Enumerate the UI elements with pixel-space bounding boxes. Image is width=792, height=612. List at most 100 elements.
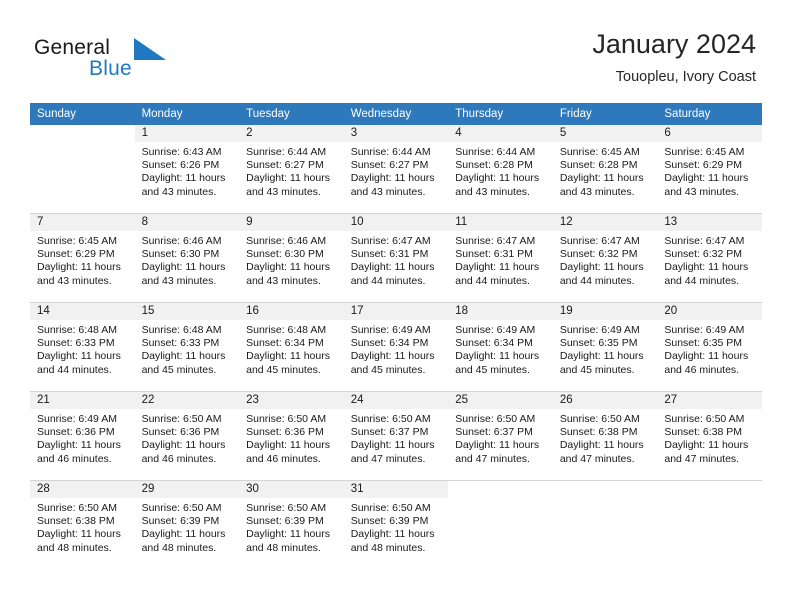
sunrise-text: Sunrise: 6:49 AM	[37, 413, 117, 425]
day-cell-inner: 19 Sunrise: 6:49 AM Sunset: 6:35 PM Dayligh…	[552, 303, 658, 391]
sunrise-text: Sunrise: 6:49 AM	[559, 324, 640, 336]
day-cell-inner: 29 Sunrise: 6:50 AM Sunset: 6:39 PM Dayligh…	[134, 481, 240, 569]
sunset-text: Sunset: 6:28 PM	[455, 159, 533, 172]
brand-logo[interactable]: General Blue	[34, 36, 234, 88]
calendar-day-cell[interactable]: 25 Sunrise: 6:50 AM Sunset: 6:37 PM Dayligh…	[448, 391, 553, 481]
day-number: 18	[448, 303, 553, 320]
day-cell-inner: 23 Sunrise: 6:50 AM Sunset: 6:36 PM Dayligh…	[239, 392, 344, 480]
calendar-day-cell[interactable]: 17 Sunrise: 6:49 AM Sunset: 6:34 PM Dayligh…	[343, 302, 449, 392]
calendar-day-cell[interactable]: 15 Sunrise: 6:48 AM Sunset: 6:33 PM Dayligh…	[134, 302, 240, 392]
weekday-header-saturday: Saturday	[657, 103, 762, 125]
calendar-day-cell[interactable]: 24 Sunrise: 6:50 AM Sunset: 6:37 PM Dayligh…	[343, 391, 449, 481]
page-header: General Blue January 2024 Touopleu, Ivor…	[0, 0, 792, 100]
day-cell-inner: 31 Sunrise: 6:50 AM Sunset: 6:39 PM Dayligh…	[343, 481, 449, 569]
sunset-text: Sunset: 6:27 PM	[246, 159, 324, 172]
sunset-text: Sunset: 6:28 PM	[559, 159, 638, 172]
sunrise-text: Sunrise: 6:44 AM	[455, 146, 536, 158]
day-cell-inner	[553, 481, 658, 569]
sunset-text: Sunset: 6:37 PM	[350, 426, 429, 439]
sunrise-text: Sunrise: 6:50 AM	[246, 413, 327, 425]
calendar-day-cell[interactable]: 14 Sunrise: 6:48 AM Sunset: 6:33 PM Dayligh…	[30, 302, 135, 392]
day-cell-inner: 8 Sunrise: 6:46 AM Sunset: 6:30 PM Daylight…	[134, 214, 240, 302]
calendar-day-cell[interactable]: 28 Sunrise: 6:50 AM Sunset: 6:38 PM Dayligh…	[30, 480, 135, 569]
calendar-day-cell[interactable]: 6 Sunrise: 6:45 AM Sunset: 6:29 PM Daylight…	[657, 125, 762, 214]
day-number: 3	[343, 125, 449, 142]
day-number: 17	[343, 303, 449, 320]
daylight-text: Daylight: 11 hours and 48 minutes.	[141, 528, 226, 554]
day-details: Sunrise: 6:49 AM Sunset: 6:34 PM Daylight:…	[344, 320, 449, 377]
triangle-logo-icon	[134, 38, 166, 60]
calendar-day-cell[interactable]: 13 Sunrise: 6:47 AM Sunset: 6:32 PM Dayligh…	[657, 213, 762, 303]
weekday-header-sunday: Sunday	[30, 103, 135, 125]
day-cell-inner: 13 Sunrise: 6:47 AM Sunset: 6:32 PM Dayligh…	[657, 214, 762, 302]
weekday-header-thursday: Thursday	[448, 103, 553, 125]
day-number: 20	[657, 303, 762, 320]
day-cell-inner: 15 Sunrise: 6:48 AM Sunset: 6:33 PM Dayligh…	[134, 303, 240, 391]
daylight-text: Daylight: 11 hours and 43 minutes.	[559, 172, 644, 198]
day-number: 5	[552, 125, 658, 142]
day-details: Sunrise: 6:45 AM Sunset: 6:29 PM Daylight:…	[30, 231, 135, 288]
day-details: Sunrise: 6:49 AM Sunset: 6:34 PM Daylight:…	[448, 320, 553, 377]
day-number: 9	[239, 214, 344, 231]
day-number	[553, 481, 658, 498]
calendar-day-cell[interactable]: 7 Sunrise: 6:45 AM Sunset: 6:29 PM Daylight…	[30, 213, 135, 303]
calendar-day-cell[interactable]: 3 Sunrise: 6:44 AM Sunset: 6:27 PM Daylight…	[343, 125, 449, 214]
day-number: 15	[134, 303, 240, 320]
calendar-day-cell[interactable]: 20 Sunrise: 6:49 AM Sunset: 6:35 PM Dayligh…	[657, 302, 762, 392]
calendar-day-cell[interactable]: 4 Sunrise: 6:44 AM Sunset: 6:28 PM Daylight…	[448, 125, 553, 214]
calendar-day-cell[interactable]: 21 Sunrise: 6:49 AM Sunset: 6:36 PM Dayligh…	[30, 391, 135, 481]
calendar-day-cell[interactable]: 16 Sunrise: 6:48 AM Sunset: 6:34 PM Dayligh…	[239, 302, 344, 392]
day-details: Sunrise: 6:46 AM Sunset: 6:30 PM Daylight:…	[239, 231, 344, 288]
calendar-day-cell[interactable]: 10 Sunrise: 6:47 AM Sunset: 6:31 PM Dayligh…	[343, 213, 449, 303]
day-number: 23	[239, 392, 344, 409]
day-details: Sunrise: 6:50 AM Sunset: 6:37 PM Daylight:…	[448, 409, 553, 466]
sunrise-text: Sunrise: 6:44 AM	[246, 146, 327, 158]
calendar-day-cell[interactable]: 19 Sunrise: 6:49 AM Sunset: 6:35 PM Dayligh…	[552, 302, 658, 392]
daylight-text: Daylight: 11 hours and 44 minutes.	[559, 261, 644, 287]
sunrise-text: Sunrise: 6:47 AM	[350, 235, 431, 247]
calendar-day-cell[interactable]: 5 Sunrise: 6:45 AM Sunset: 6:28 PM Daylight…	[552, 125, 658, 214]
day-number: 2	[239, 125, 344, 142]
sunset-text: Sunset: 6:36 PM	[37, 426, 115, 439]
day-number: 29	[134, 481, 240, 498]
page-title: January 2024	[592, 29, 756, 59]
daylight-text: Daylight: 11 hours and 46 minutes.	[664, 350, 749, 376]
day-details: Sunrise: 6:49 AM Sunset: 6:35 PM Daylight:…	[553, 320, 658, 377]
daylight-text: Daylight: 11 hours and 45 minutes.	[141, 350, 226, 376]
sunset-text: Sunset: 6:32 PM	[559, 248, 638, 261]
day-cell-inner: 4 Sunrise: 6:44 AM Sunset: 6:28 PM Daylight…	[448, 125, 553, 213]
day-details: Sunrise: 6:49 AM Sunset: 6:35 PM Daylight:…	[657, 320, 762, 377]
calendar-day-cell[interactable]: 8 Sunrise: 6:46 AM Sunset: 6:30 PM Daylight…	[134, 213, 240, 303]
day-number: 22	[134, 392, 240, 409]
day-details: Sunrise: 6:50 AM Sunset: 6:37 PM Daylight:…	[344, 409, 449, 466]
calendar-week-row: 28 Sunrise: 6:50 AM Sunset: 6:38 PM Dayligh…	[30, 480, 762, 569]
calendar-day-cell[interactable]: 18 Sunrise: 6:49 AM Sunset: 6:34 PM Dayligh…	[448, 302, 553, 392]
calendar-day-cell[interactable]: 2 Sunrise: 6:44 AM Sunset: 6:27 PM Daylight…	[239, 125, 344, 214]
calendar-day-cell[interactable]: 31 Sunrise: 6:50 AM Sunset: 6:39 PM Dayligh…	[343, 480, 449, 569]
day-cell-inner: 25 Sunrise: 6:50 AM Sunset: 6:37 PM Dayligh…	[448, 392, 553, 480]
calendar-day-cell[interactable]: 1 Sunrise: 6:43 AM Sunset: 6:26 PM Daylight…	[134, 125, 240, 214]
calendar-day-cell[interactable]: 23 Sunrise: 6:50 AM Sunset: 6:36 PM Dayligh…	[239, 391, 344, 481]
day-details: Sunrise: 6:50 AM Sunset: 6:39 PM Daylight:…	[344, 498, 449, 555]
calendar-day-cell[interactable]: 26 Sunrise: 6:50 AM Sunset: 6:38 PM Dayligh…	[552, 391, 658, 481]
sunset-text: Sunset: 6:35 PM	[559, 337, 638, 350]
calendar-day-cell[interactable]: 22 Sunrise: 6:50 AM Sunset: 6:36 PM Dayligh…	[134, 391, 240, 481]
weekday-header-monday: Monday	[134, 103, 240, 125]
calendar-day-cell[interactable]: 12 Sunrise: 6:47 AM Sunset: 6:32 PM Dayligh…	[552, 213, 658, 303]
daylight-text: Daylight: 11 hours and 46 minutes.	[37, 439, 121, 465]
sunrise-text: Sunrise: 6:50 AM	[350, 502, 431, 514]
calendar-cell-empty	[30, 125, 135, 214]
calendar-day-cell[interactable]: 9 Sunrise: 6:46 AM Sunset: 6:30 PM Daylight…	[239, 213, 344, 303]
day-cell-inner: 6 Sunrise: 6:45 AM Sunset: 6:29 PM Daylight…	[657, 125, 762, 213]
daylight-text: Daylight: 11 hours and 43 minutes.	[455, 172, 540, 198]
calendar-day-cell[interactable]: 11 Sunrise: 6:47 AM Sunset: 6:31 PM Dayligh…	[448, 213, 553, 303]
calendar-day-cell[interactable]: 30 Sunrise: 6:50 AM Sunset: 6:39 PM Dayligh…	[239, 480, 344, 569]
day-details: Sunrise: 6:47 AM Sunset: 6:31 PM Daylight:…	[448, 231, 553, 288]
calendar-day-cell[interactable]: 27 Sunrise: 6:50 AM Sunset: 6:38 PM Dayligh…	[657, 391, 762, 481]
daylight-text: Daylight: 11 hours and 44 minutes.	[664, 261, 749, 287]
daylight-text: Daylight: 11 hours and 48 minutes.	[350, 528, 435, 554]
calendar-header-row: Sunday Monday Tuesday Wednesday Thursday…	[30, 103, 762, 125]
calendar-day-cell[interactable]: 29 Sunrise: 6:50 AM Sunset: 6:39 PM Dayligh…	[134, 480, 240, 569]
sunset-text: Sunset: 6:38 PM	[559, 426, 638, 439]
day-details: Sunrise: 6:46 AM Sunset: 6:30 PM Daylight:…	[135, 231, 240, 288]
